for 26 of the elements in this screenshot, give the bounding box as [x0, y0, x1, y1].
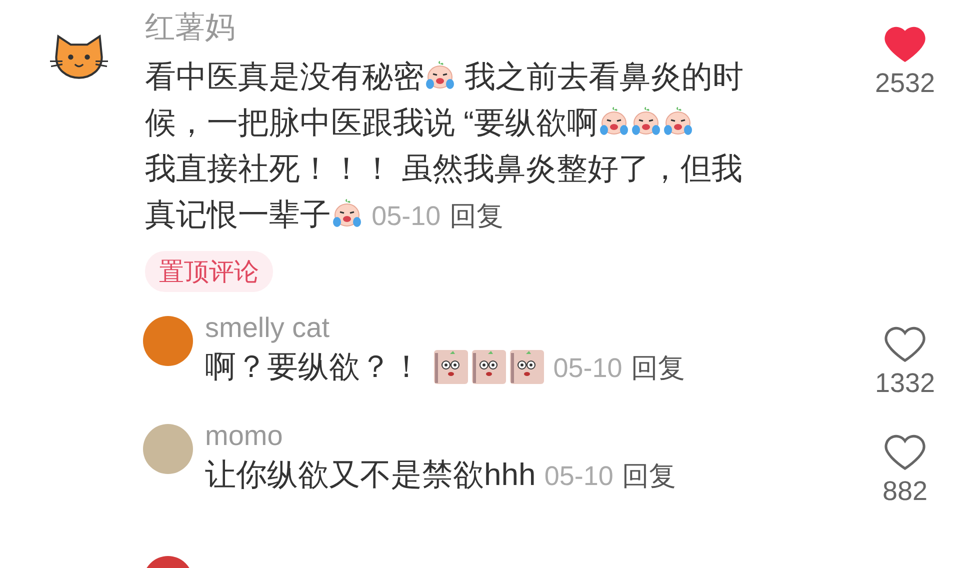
comment-text: 候，一把脉中医跟我说 “要纵欲啊: [145, 105, 598, 140]
crying-face-icon: [598, 105, 630, 137]
crying-face-icon: [331, 197, 363, 229]
comment-text: 我之前去看鼻炎的时: [464, 59, 744, 94]
sticker-icon: [470, 349, 507, 385]
crying-face-icon: [424, 59, 456, 91]
pinned-tag: 置顶评论: [145, 251, 273, 292]
reply-link[interactable]: 回复: [630, 353, 685, 383]
comment-text: 我直接社死！！！ 虽然我鼻炎整好了，但我: [145, 151, 743, 186]
comment-text: 让你纵欲又不是禁欲hhh: [205, 457, 536, 492]
comment-date: 05-10: [544, 461, 614, 491]
sticker-icon: [508, 349, 545, 385]
like-count: 882: [882, 475, 928, 508]
comment-text: 真记恨一辈子: [145, 197, 331, 232]
like-count: 2532: [874, 67, 936, 100]
comment-date: 05-10: [553, 353, 622, 383]
crying-face-icon: [662, 105, 694, 137]
crying-face-icon: [630, 105, 662, 137]
comment-text: 看中医真是没有秘密: [145, 59, 424, 94]
comment-date: 05-10: [372, 201, 441, 231]
sticker-icon: [432, 349, 469, 385]
comment-text: 啊？要纵欲？！: [205, 349, 423, 384]
reply-link[interactable]: 回复: [449, 201, 504, 231]
reply-link[interactable]: 回复: [622, 461, 676, 491]
like-count: 1332: [874, 367, 936, 400]
avatar-photo[interactable]: [143, 316, 193, 366]
